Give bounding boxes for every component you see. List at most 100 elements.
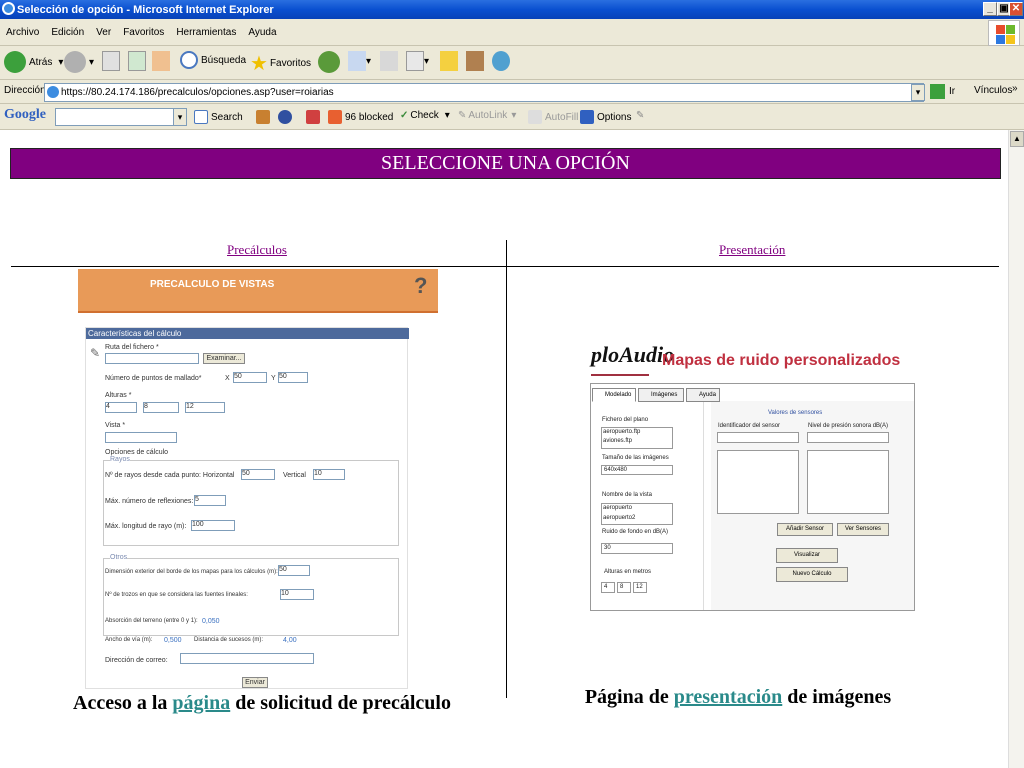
scroll-up-button[interactable]: ▲ bbox=[1010, 131, 1024, 147]
pagerank-icon bbox=[256, 110, 270, 124]
spellcheck-button[interactable]: ✓ Check ▾ bbox=[400, 110, 450, 121]
tamano-label: Tamaño de las imágenes bbox=[602, 455, 669, 461]
fichero-planos-label: Fichero del plano bbox=[602, 417, 649, 423]
home-button[interactable] bbox=[152, 51, 170, 71]
vertical-scrollbar[interactable]: ▲ bbox=[1008, 130, 1024, 768]
file1: aeropuerto.ftp bbox=[603, 429, 641, 435]
h2-input: 8 bbox=[617, 582, 631, 593]
menu-herramientas[interactable]: Herramientas bbox=[176, 27, 236, 38]
highlight-icon[interactable]: ✎ bbox=[636, 110, 644, 121]
precalc-form-image[interactable]: Características del cálculo ✎ Ruta del f… bbox=[85, 327, 409, 689]
search-button[interactable]: Búsqueda bbox=[180, 51, 246, 69]
max-reflex-label: Máx. número de reflexiones: bbox=[105, 498, 194, 505]
pagerank-button[interactable] bbox=[256, 110, 273, 124]
header-divider bbox=[11, 266, 999, 267]
vista1: aeropuerto bbox=[603, 505, 633, 511]
messenger-button[interactable] bbox=[492, 51, 510, 71]
n-trozos-label: Nº de trozos en que se considera las fue… bbox=[105, 592, 248, 598]
google-dropdown-button[interactable]: ▾ bbox=[173, 108, 187, 126]
form-decor-icon: ✎ bbox=[90, 346, 101, 360]
options-button[interactable]: Options bbox=[580, 110, 631, 124]
vertical-label: Vertical bbox=[283, 472, 306, 479]
horizontal-input: 50 bbox=[241, 469, 275, 480]
go-button[interactable]: Ir bbox=[930, 84, 955, 99]
tab-modelado: Modelado bbox=[592, 388, 636, 402]
research-icon bbox=[466, 51, 484, 71]
page-icon bbox=[47, 86, 59, 98]
links-expand-icon[interactable]: » bbox=[1012, 83, 1018, 94]
vertical-input: 10 bbox=[313, 469, 345, 480]
menu-edicion[interactable]: Edición bbox=[51, 27, 84, 38]
go-label: Ir bbox=[949, 86, 956, 97]
print-button[interactable] bbox=[380, 51, 398, 71]
mail-icon bbox=[348, 51, 366, 71]
precalc-banner-title: PRECALCULO DE VISTAS bbox=[150, 279, 275, 290]
distancia-label: Distancia de sucesos (m): bbox=[194, 637, 264, 643]
autolink-label: AutoLink bbox=[468, 110, 508, 121]
menu-favoritos[interactable]: Favoritos bbox=[123, 27, 164, 38]
check-label: Check bbox=[410, 110, 439, 121]
stop-button[interactable] bbox=[102, 51, 120, 71]
popup-blocker-icon bbox=[306, 110, 320, 124]
x-input: 50 bbox=[233, 372, 267, 383]
sensor-list-right bbox=[807, 450, 889, 514]
favorites-button[interactable]: ★ Favoritos bbox=[250, 51, 311, 76]
forward-button[interactable]: ▾ bbox=[64, 51, 94, 73]
history-button[interactable] bbox=[318, 51, 343, 73]
precalc-banner-image[interactable]: PRECALCULO DE VISTAS ? bbox=[78, 269, 438, 313]
ver-sensores-button: Ver Sensores bbox=[837, 523, 889, 536]
autofill-button[interactable]: AutoFill bbox=[528, 110, 578, 124]
ancho-label: Ancho de vía (m): bbox=[105, 637, 153, 643]
presentacion-link[interactable]: Presentación bbox=[719, 242, 785, 258]
back-button[interactable]: Atrás ▾ bbox=[4, 51, 63, 73]
distancia-value: 4,00 bbox=[283, 637, 297, 644]
links-label[interactable]: Vínculos bbox=[974, 85, 1012, 96]
ie-logo-icon bbox=[2, 2, 15, 15]
nuevo-calculo-button: Nuevo Cálculo bbox=[776, 567, 848, 582]
h1-value: 4 bbox=[604, 584, 608, 590]
caption-left-link[interactable]: página bbox=[172, 692, 230, 714]
refresh-button[interactable] bbox=[128, 51, 146, 71]
messenger-icon bbox=[492, 51, 510, 71]
menu-ver[interactable]: Ver bbox=[96, 27, 111, 38]
caption-right-link[interactable]: presentación bbox=[674, 686, 783, 708]
google-toolbar: Google ▾ Search 96 blocked ✓ Check ▾ ✎ Auto… bbox=[0, 104, 1024, 130]
menu-ayuda[interactable]: Ayuda bbox=[248, 27, 276, 38]
mail-button[interactable]: ▾ bbox=[348, 51, 371, 71]
page-banner: SELECCIONE UNA OPCIÓN bbox=[10, 148, 1001, 179]
popup-blocker-button[interactable] bbox=[306, 110, 323, 124]
help-question-icon: ? bbox=[414, 273, 428, 298]
ruido-value: 30 bbox=[604, 545, 611, 551]
alturas-metros-label: Alturas en metros bbox=[604, 569, 652, 575]
opciones-label: Opciones de cálculo bbox=[105, 449, 169, 456]
blocked-count[interactable]: 96 blocked bbox=[328, 110, 393, 124]
standard-toolbar: Atrás ▾ ▾ Búsqueda ★ Favoritos ▾ ▾ bbox=[0, 46, 1024, 80]
google-logo[interactable]: Google bbox=[4, 107, 46, 123]
sensor-list-left bbox=[717, 450, 799, 514]
minimize-button[interactable]: _ bbox=[983, 2, 997, 16]
precalculos-link[interactable]: Precálculos bbox=[227, 242, 287, 258]
vista-label: Vista * bbox=[105, 422, 126, 429]
home-icon bbox=[152, 51, 170, 71]
autolink-button[interactable]: ✎ AutoLink ▾ bbox=[458, 110, 516, 121]
enviar-button: Enviar bbox=[242, 677, 268, 688]
h3-value: 12 bbox=[636, 584, 643, 590]
discuss-button[interactable] bbox=[440, 51, 458, 71]
caption-precalculo: Acceso a la página de solicitud de precá… bbox=[70, 688, 454, 718]
google-search-button[interactable]: Search bbox=[194, 110, 243, 124]
fichero-list: aeropuerto.ftp aviones.ftp bbox=[601, 427, 673, 449]
address-dropdown-button[interactable]: ▾ bbox=[911, 84, 925, 101]
tab-imagenes-label: Imágenes bbox=[651, 392, 678, 398]
address-input[interactable]: https://80.24.174.186/precalculos/opcion… bbox=[44, 83, 924, 102]
edit-button[interactable]: ▾ bbox=[406, 51, 429, 71]
dim-borde-label: Dimensión exterior del borde de los mapa… bbox=[105, 569, 278, 575]
menu-archivo[interactable]: Archivo bbox=[6, 27, 39, 38]
alturas-label: Alturas * bbox=[105, 392, 132, 399]
ruido-fondo-label: Ruido de fondo en dB(A) bbox=[602, 529, 669, 535]
info-button[interactable] bbox=[278, 110, 295, 124]
google-search-input[interactable] bbox=[55, 108, 185, 126]
research-button[interactable] bbox=[466, 51, 484, 71]
y-label: Y bbox=[271, 375, 276, 382]
close-button[interactable]: ✕ bbox=[1009, 2, 1023, 16]
nivel-presion-input bbox=[807, 432, 889, 443]
